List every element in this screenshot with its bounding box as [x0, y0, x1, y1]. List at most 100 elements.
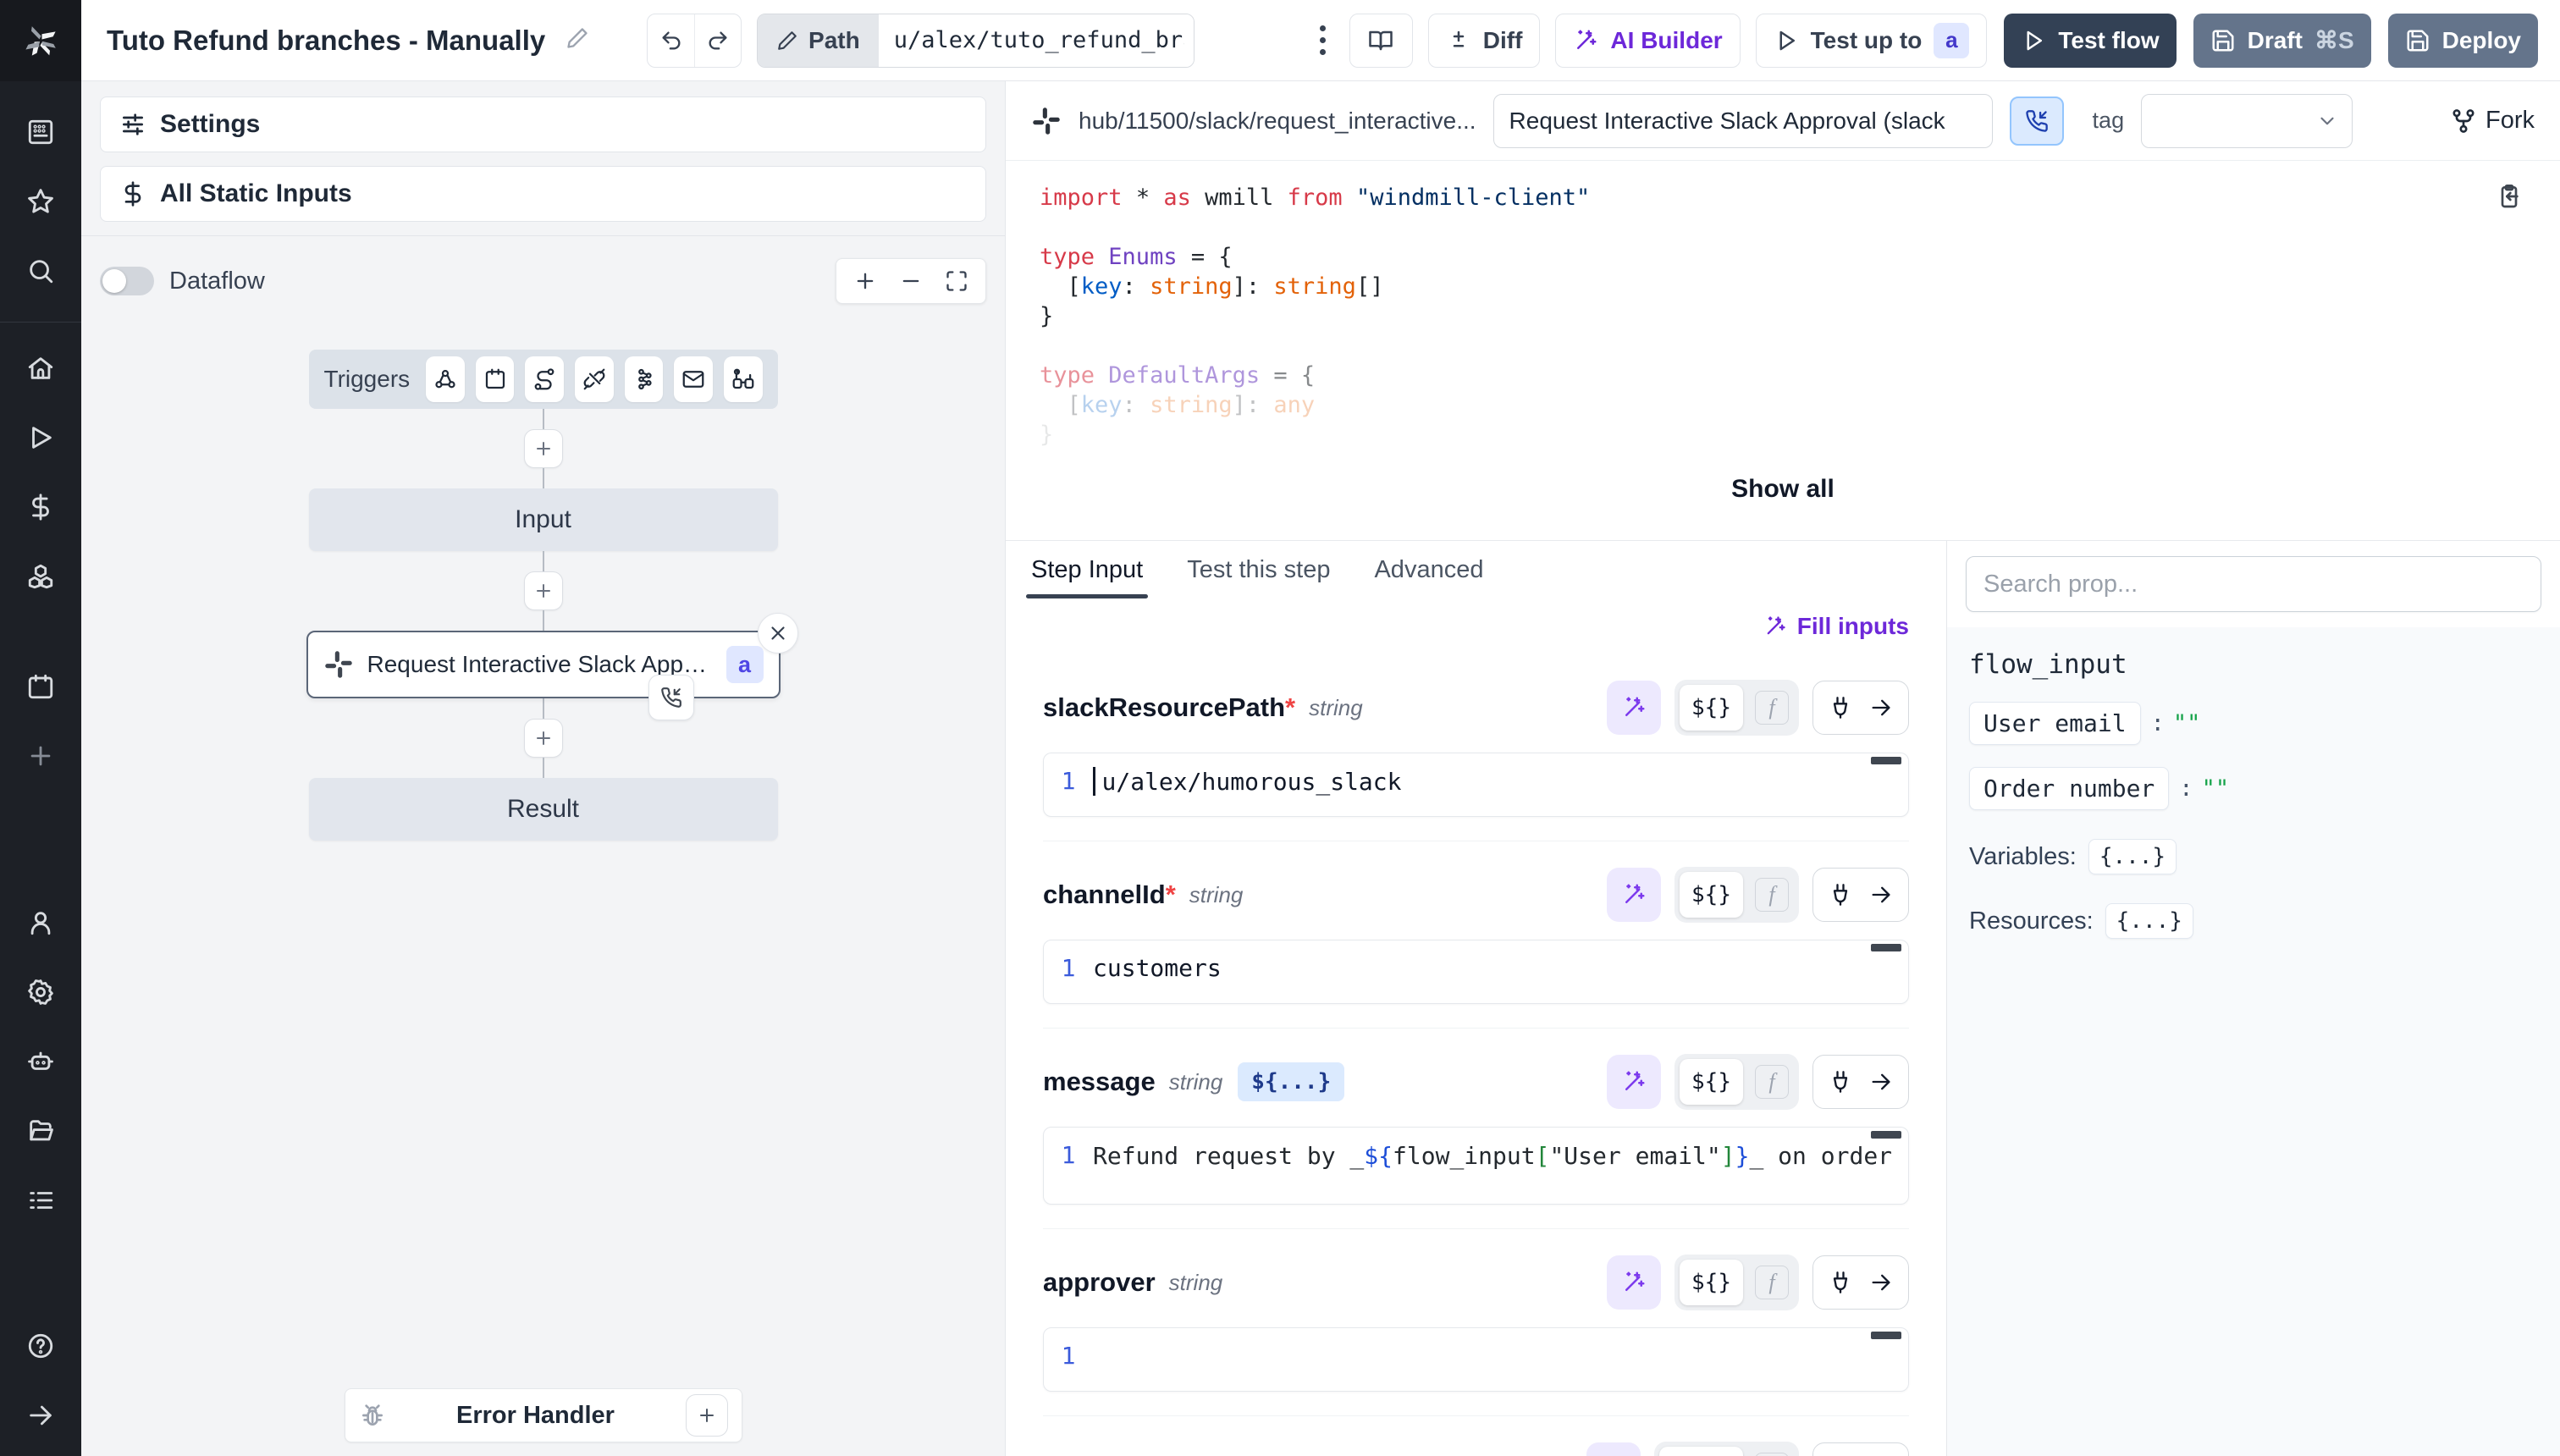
variables-icon[interactable]: [19, 485, 63, 529]
ai-fill-button[interactable]: [1607, 681, 1661, 735]
poll-trigger-icon[interactable]: [724, 356, 763, 402]
collapse-sidebar-icon[interactable]: [19, 1393, 63, 1437]
arrow-right-icon[interactable]: [1869, 1271, 1893, 1294]
javascript-mode-button[interactable]: f: [1755, 1453, 1789, 1456]
search-icon[interactable]: [19, 249, 63, 293]
ai-fill-button[interactable]: [1586, 1442, 1641, 1456]
fork-button[interactable]: Fork: [2450, 107, 2535, 135]
javascript-mode-button[interactable]: f: [1755, 1266, 1789, 1299]
javascript-mode-button[interactable]: f: [1755, 878, 1789, 912]
zoom-out-icon[interactable]: [899, 269, 923, 293]
test-up-to-button[interactable]: Test up to a: [1756, 14, 1988, 68]
triggers-bar[interactable]: Triggers: [309, 350, 778, 409]
all-static-inputs-button[interactable]: All Static Inputs: [100, 166, 986, 222]
hub-script-path[interactable]: hub/11500/slack/request_interactive...: [1079, 108, 1476, 135]
workspace-icon[interactable]: [19, 110, 63, 154]
draft-button[interactable]: Draft ⌘S: [2193, 14, 2371, 68]
template-mode-pill[interactable]: ${}: [1680, 872, 1743, 918]
ai-fill-button[interactable]: [1607, 868, 1661, 922]
flow-input-group-label[interactable]: flow_input: [1969, 649, 2538, 680]
test-flow-button[interactable]: Test flow: [2004, 14, 2176, 68]
suspend-approval-button[interactable]: [2010, 97, 2064, 146]
help-icon[interactable]: [19, 1324, 63, 1368]
folders-icon[interactable]: [19, 1109, 63, 1153]
websocket-trigger-icon[interactable]: [575, 356, 614, 402]
plug-icon[interactable]: [1829, 696, 1852, 720]
fit-view-icon[interactable]: [945, 269, 968, 293]
workers-icon[interactable]: [19, 1040, 63, 1084]
add-menu-icon[interactable]: [19, 734, 63, 778]
diff-button[interactable]: Diff: [1428, 14, 1541, 68]
field-editor[interactable]: 1 u/alex/humorous_slack: [1043, 753, 1909, 817]
field-editor[interactable]: 1 Refund request by _${flow_input["User …: [1043, 1127, 1909, 1205]
arrow-right-icon[interactable]: [1869, 883, 1893, 907]
http-route-trigger-icon[interactable]: [525, 356, 564, 402]
plug-icon[interactable]: [1829, 1070, 1852, 1094]
ai-fill-button[interactable]: [1607, 1055, 1661, 1109]
more-options-icon[interactable]: [1311, 17, 1334, 63]
step-code-preview[interactable]: import * as wmill from "windmill-client"…: [1006, 161, 2560, 540]
path-input[interactable]: [879, 14, 1194, 67]
add-error-handler-button[interactable]: [686, 1394, 728, 1437]
kafka-trigger-icon[interactable]: [625, 356, 664, 402]
prop-key[interactable]: Order number: [1969, 767, 2169, 810]
insert-step-button[interactable]: [524, 429, 563, 468]
audit-logs-icon[interactable]: [19, 1178, 63, 1222]
tag-select[interactable]: [2141, 94, 2353, 148]
result-node[interactable]: Result: [309, 778, 778, 841]
resources-expand-pill[interactable]: {...}: [2105, 903, 2193, 939]
schedules-icon[interactable]: [19, 665, 63, 709]
webhook-trigger-icon[interactable]: [426, 356, 465, 402]
email-trigger-icon[interactable]: [674, 356, 713, 402]
field-editor[interactable]: 1: [1043, 1327, 1909, 1392]
edit-title-icon[interactable]: [566, 26, 589, 54]
javascript-mode-button[interactable]: f: [1755, 1065, 1789, 1099]
schedule-trigger-icon[interactable]: [476, 356, 515, 402]
remove-step-button[interactable]: [758, 613, 798, 654]
plug-icon[interactable]: [1829, 1271, 1852, 1294]
resources-icon[interactable]: [19, 554, 63, 598]
variables-expand-pill[interactable]: {...}: [2088, 839, 2177, 874]
ai-builder-button[interactable]: AI Builder: [1555, 14, 1740, 68]
copy-code-icon[interactable]: [2496, 183, 2523, 214]
flow-settings-button[interactable]: Settings: [100, 97, 986, 152]
input-node[interactable]: Input: [309, 488, 778, 551]
redo-button[interactable]: [694, 14, 741, 67]
tab-test-this-step[interactable]: Test this step: [1187, 541, 1330, 598]
favorites-icon[interactable]: [19, 179, 63, 223]
path-button[interactable]: Path: [758, 14, 879, 67]
error-handler-node[interactable]: Error Handler: [345, 1388, 742, 1442]
zoom-in-icon[interactable]: [853, 269, 877, 293]
step-name-input[interactable]: [1493, 94, 1993, 148]
tab-step-input[interactable]: Step Input: [1031, 541, 1143, 598]
insert-step-button[interactable]: [524, 719, 563, 758]
template-mode-pill[interactable]: ${}: [1680, 1260, 1743, 1305]
slack-approval-step-node[interactable]: Request Interactive Slack Approval (... …: [306, 631, 781, 698]
template-mode-pill[interactable]: ${}: [1680, 685, 1743, 731]
flow-canvas[interactable]: Triggers Input: [81, 304, 1005, 1456]
save-icon: [2405, 28, 2430, 53]
tab-advanced[interactable]: Advanced: [1374, 541, 1483, 598]
deploy-button[interactable]: Deploy: [2388, 14, 2538, 68]
ai-fill-button[interactable]: [1607, 1255, 1661, 1310]
show-all-button[interactable]: Show all: [1040, 475, 2526, 504]
home-icon[interactable]: [19, 346, 63, 390]
field-editor[interactable]: 1 customers: [1043, 940, 1909, 1004]
static-mode-pill[interactable]: Static: [1659, 1447, 1743, 1456]
windmill-logo[interactable]: [0, 0, 81, 81]
undo-button[interactable]: [648, 14, 694, 67]
plug-icon[interactable]: [1829, 883, 1852, 907]
runs-icon[interactable]: [19, 416, 63, 460]
arrow-right-icon[interactable]: [1869, 696, 1893, 720]
arrow-right-icon[interactable]: [1869, 1070, 1893, 1094]
fill-inputs-button[interactable]: Fill inputs: [1763, 613, 1909, 640]
docs-button[interactable]: [1349, 14, 1413, 68]
insert-step-button[interactable]: [524, 571, 563, 610]
prop-key[interactable]: User email: [1969, 702, 2141, 745]
search-prop-input[interactable]: [1966, 556, 2541, 612]
settings-gear-icon[interactable]: [19, 970, 63, 1014]
javascript-mode-button[interactable]: f: [1755, 691, 1789, 725]
dataflow-toggle[interactable]: [100, 267, 154, 295]
users-icon[interactable]: [19, 901, 63, 945]
template-mode-pill[interactable]: ${}: [1680, 1059, 1743, 1105]
